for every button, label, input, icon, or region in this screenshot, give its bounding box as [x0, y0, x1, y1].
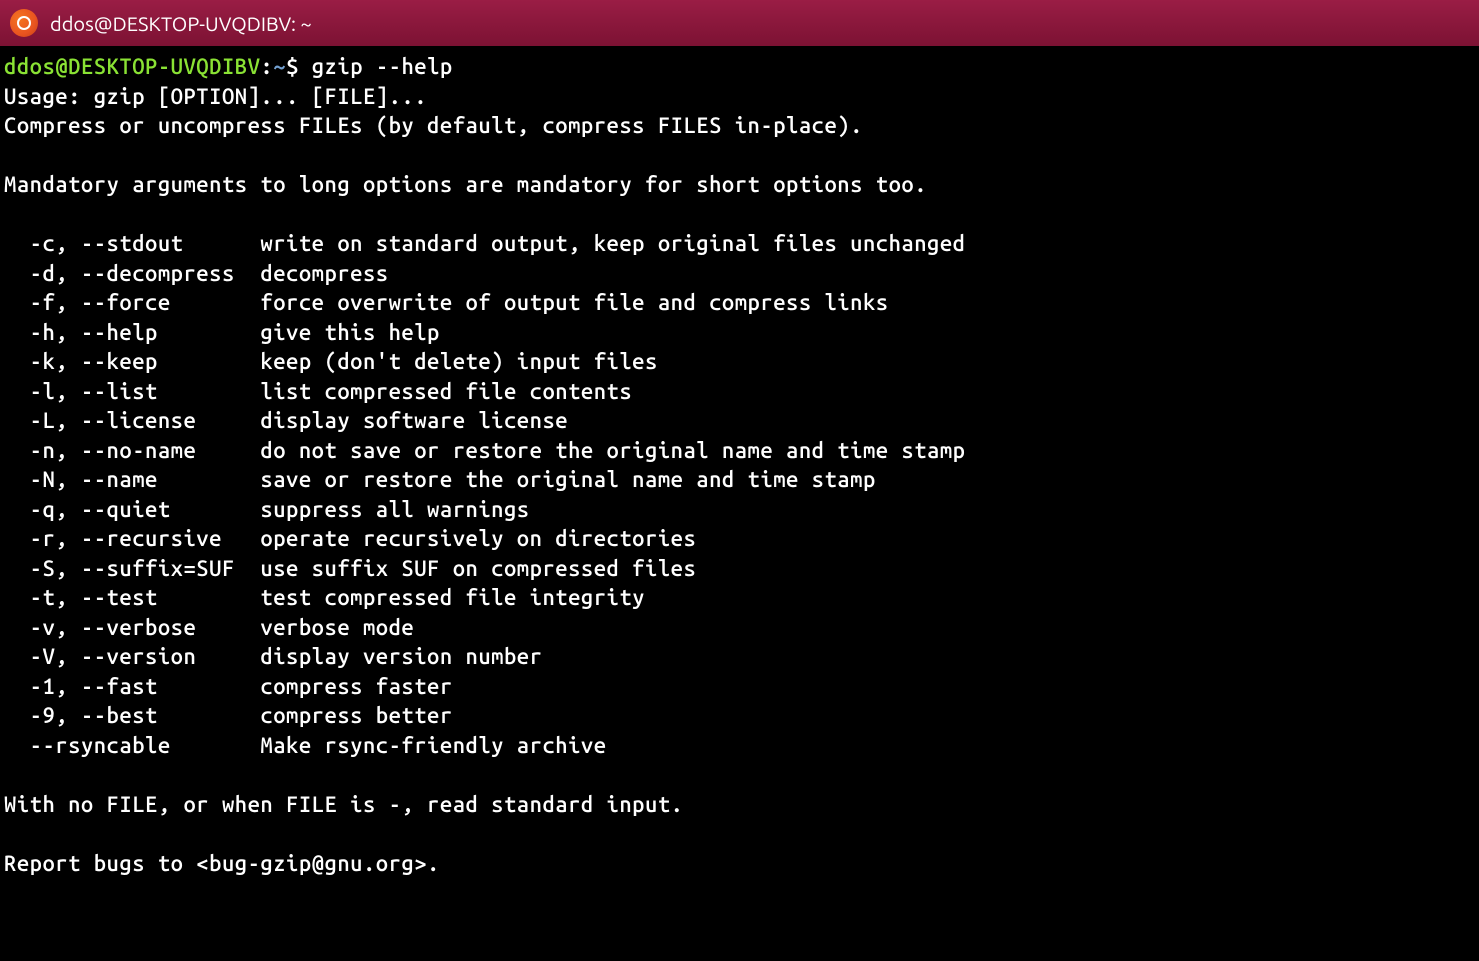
output-nofile: With no FILE, or when FILE is -, read st…	[4, 792, 683, 817]
prompt-host: DESKTOP-UVQDIBV	[68, 54, 260, 79]
terminal-area[interactable]: ddos@DESKTOP-UVQDIBV:~$ gzip --help Usag…	[0, 46, 1479, 884]
output-option: -n, --no-name do not save or restore the…	[4, 438, 966, 463]
prompt-path: ~	[273, 54, 286, 79]
output-option: -1, --fast compress faster	[4, 674, 453, 699]
output-option: -N, --name save or restore the original …	[4, 467, 876, 492]
output-option: -f, --force force overwrite of output fi…	[4, 290, 889, 315]
output-option: -V, --version display version number	[4, 644, 542, 669]
output-option: -h, --help give this help	[4, 320, 440, 345]
output-option: -k, --keep keep (don't delete) input fil…	[4, 349, 658, 374]
output-option: -c, --stdout write on standard output, k…	[4, 231, 966, 256]
output-option: -9, --best compress better	[4, 703, 453, 728]
prompt-dollar: $	[286, 54, 299, 79]
output-option: -r, --recursive operate recursively on d…	[4, 526, 696, 551]
prompt-at: @	[55, 54, 68, 79]
output-option: -S, --suffix=SUF use suffix SUF on compr…	[4, 556, 696, 581]
window-title: ddos@DESKTOP-UVQDIBV: ~	[50, 12, 312, 35]
prompt-user: ddos	[4, 54, 55, 79]
output-usage: Usage: gzip [OPTION]... [FILE]...	[4, 84, 427, 109]
output-desc: Compress or uncompress FILEs (by default…	[4, 113, 863, 138]
ubuntu-icon	[10, 9, 38, 37]
output-mandatory: Mandatory arguments to long options are …	[4, 172, 927, 197]
output-option: -L, --license display software license	[4, 408, 568, 433]
output-option: -l, --list list compressed file contents	[4, 379, 632, 404]
output-option: -v, --verbose verbose mode	[4, 615, 414, 640]
output-report: Report bugs to <bug-gzip@gnu.org>.	[4, 851, 440, 876]
command-text: gzip --help	[312, 54, 453, 79]
window-titlebar[interactable]: ddos@DESKTOP-UVQDIBV: ~	[0, 0, 1479, 46]
output-option: --rsyncable Make rsync-friendly archive	[4, 733, 607, 758]
output-option: -t, --test test compressed file integrit…	[4, 585, 645, 610]
output-option: -q, --quiet suppress all warnings	[4, 497, 530, 522]
output-option: -d, --decompress decompress	[4, 261, 389, 286]
prompt-colon: :	[260, 54, 273, 79]
